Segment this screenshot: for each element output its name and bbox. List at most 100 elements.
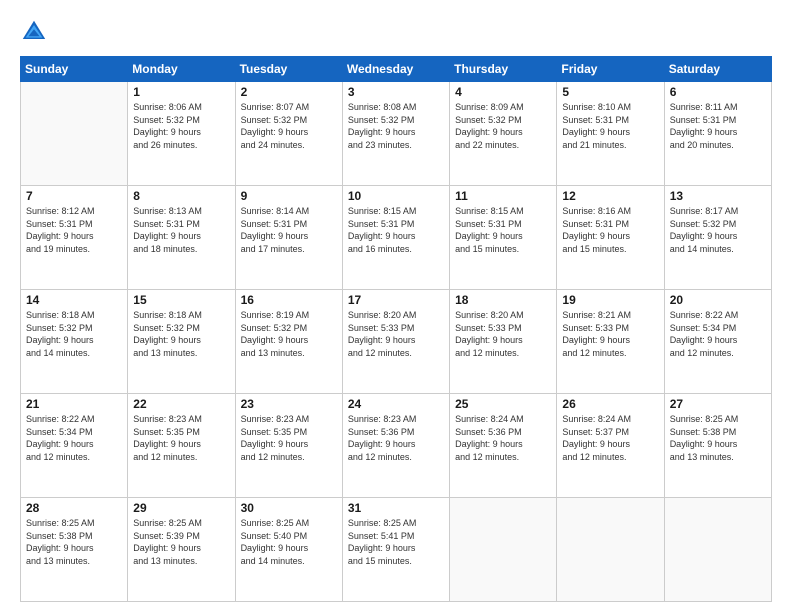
calendar-cell	[664, 498, 771, 602]
calendar-cell: 24 Sunrise: 8:23 AM Sunset: 5:36 PM Dayli…	[342, 394, 449, 498]
day-info: Sunrise: 8:24 AM Sunset: 5:37 PM Dayligh…	[562, 413, 658, 463]
day-info: Sunrise: 8:09 AM Sunset: 5:32 PM Dayligh…	[455, 101, 551, 151]
day-info: Sunrise: 8:08 AM Sunset: 5:32 PM Dayligh…	[348, 101, 444, 151]
day-number: 11	[455, 189, 551, 203]
day-number: 17	[348, 293, 444, 307]
calendar-cell: 6 Sunrise: 8:11 AM Sunset: 5:31 PM Daylig…	[664, 82, 771, 186]
day-info: Sunrise: 8:25 AM Sunset: 5:38 PM Dayligh…	[26, 517, 122, 567]
day-number: 24	[348, 397, 444, 411]
calendar-cell: 19 Sunrise: 8:21 AM Sunset: 5:33 PM Dayli…	[557, 290, 664, 394]
calendar-cell: 17Sunrise: 8:20 AM Sunset: 5:33 PM Dayli…	[342, 290, 449, 394]
day-number: 31	[348, 501, 444, 515]
page: SundayMondayTuesdayWednesdayThursdayFrid…	[0, 0, 792, 612]
day-info: Sunrise: 8:23 AM Sunset: 5:36 PM Dayligh…	[348, 413, 444, 463]
weekday-header-friday: Friday	[557, 57, 664, 82]
week-row-1: 1 Sunrise: 8:06 AM Sunset: 5:32 PM Daylig…	[21, 82, 772, 186]
day-info: Sunrise: 8:13 AM Sunset: 5:31 PM Dayligh…	[133, 205, 229, 255]
day-number: 20	[670, 293, 766, 307]
calendar-cell: 10Sunrise: 8:15 AM Sunset: 5:31 PM Dayli…	[342, 186, 449, 290]
day-info: Sunrise: 8:15 AM Sunset: 5:31 PM Dayligh…	[455, 205, 551, 255]
week-row-2: 7 Sunrise: 8:12 AM Sunset: 5:31 PM Daylig…	[21, 186, 772, 290]
day-info: Sunrise: 8:23 AM Sunset: 5:35 PM Dayligh…	[241, 413, 337, 463]
calendar-cell: 14 Sunrise: 8:18 AM Sunset: 5:32 PM Dayli…	[21, 290, 128, 394]
day-number: 30	[241, 501, 337, 515]
calendar-cell: 30 Sunrise: 8:25 AM Sunset: 5:40 PM Dayli…	[235, 498, 342, 602]
calendar-cell: 4 Sunrise: 8:09 AM Sunset: 5:32 PM Daylig…	[450, 82, 557, 186]
calendar-cell: 7 Sunrise: 8:12 AM Sunset: 5:31 PM Daylig…	[21, 186, 128, 290]
day-number: 25	[455, 397, 551, 411]
day-info: Sunrise: 8:25 AM Sunset: 5:40 PM Dayligh…	[241, 517, 337, 567]
calendar-cell: 29 Sunrise: 8:25 AM Sunset: 5:39 PM Dayli…	[128, 498, 235, 602]
day-info: Sunrise: 8:07 AM Sunset: 5:32 PM Dayligh…	[241, 101, 337, 151]
calendar-cell: 3 Sunrise: 8:08 AM Sunset: 5:32 PM Daylig…	[342, 82, 449, 186]
day-number: 8	[133, 189, 229, 203]
calendar-cell: 26 Sunrise: 8:24 AM Sunset: 5:37 PM Dayli…	[557, 394, 664, 498]
day-info: Sunrise: 8:10 AM Sunset: 5:31 PM Dayligh…	[562, 101, 658, 151]
day-info: Sunrise: 8:19 AM Sunset: 5:32 PM Dayligh…	[241, 309, 337, 359]
day-info: Sunrise: 8:21 AM Sunset: 5:33 PM Dayligh…	[562, 309, 658, 359]
calendar-cell: 23Sunrise: 8:23 AM Sunset: 5:35 PM Dayli…	[235, 394, 342, 498]
day-number: 28	[26, 501, 122, 515]
weekday-row: SundayMondayTuesdayWednesdayThursdayFrid…	[21, 57, 772, 82]
day-info: Sunrise: 8:25 AM Sunset: 5:38 PM Dayligh…	[670, 413, 766, 463]
day-info: Sunrise: 8:11 AM Sunset: 5:31 PM Dayligh…	[670, 101, 766, 151]
day-info: Sunrise: 8:18 AM Sunset: 5:32 PM Dayligh…	[26, 309, 122, 359]
calendar-cell: 22Sunrise: 8:23 AM Sunset: 5:35 PM Dayli…	[128, 394, 235, 498]
day-number: 4	[455, 85, 551, 99]
day-info: Sunrise: 8:20 AM Sunset: 5:33 PM Dayligh…	[455, 309, 551, 359]
day-number: 5	[562, 85, 658, 99]
day-number: 26	[562, 397, 658, 411]
week-row-4: 21 Sunrise: 8:22 AM Sunset: 5:34 PM Dayli…	[21, 394, 772, 498]
week-row-5: 28 Sunrise: 8:25 AM Sunset: 5:38 PM Dayli…	[21, 498, 772, 602]
day-number: 29	[133, 501, 229, 515]
calendar-cell: 13Sunrise: 8:17 AM Sunset: 5:32 PM Dayli…	[664, 186, 771, 290]
day-info: Sunrise: 8:24 AM Sunset: 5:36 PM Dayligh…	[455, 413, 551, 463]
calendar-cell: 2Sunrise: 8:07 AM Sunset: 5:32 PM Daylig…	[235, 82, 342, 186]
day-number: 18	[455, 293, 551, 307]
day-number: 9	[241, 189, 337, 203]
day-number: 6	[670, 85, 766, 99]
logo-icon	[20, 18, 48, 46]
day-info: Sunrise: 8:22 AM Sunset: 5:34 PM Dayligh…	[26, 413, 122, 463]
day-number: 27	[670, 397, 766, 411]
day-info: Sunrise: 8:22 AM Sunset: 5:34 PM Dayligh…	[670, 309, 766, 359]
calendar-cell: 12Sunrise: 8:16 AM Sunset: 5:31 PM Dayli…	[557, 186, 664, 290]
day-number: 19	[562, 293, 658, 307]
day-number: 16	[241, 293, 337, 307]
day-info: Sunrise: 8:15 AM Sunset: 5:31 PM Dayligh…	[348, 205, 444, 255]
calendar-header: SundayMondayTuesdayWednesdayThursdayFrid…	[21, 57, 772, 82]
day-info: Sunrise: 8:18 AM Sunset: 5:32 PM Dayligh…	[133, 309, 229, 359]
calendar-cell: 9 Sunrise: 8:14 AM Sunset: 5:31 PM Daylig…	[235, 186, 342, 290]
weekday-header-tuesday: Tuesday	[235, 57, 342, 82]
calendar-cell: 8 Sunrise: 8:13 AM Sunset: 5:31 PM Daylig…	[128, 186, 235, 290]
day-info: Sunrise: 8:17 AM Sunset: 5:32 PM Dayligh…	[670, 205, 766, 255]
day-number: 15	[133, 293, 229, 307]
calendar-cell: 15 Sunrise: 8:18 AM Sunset: 5:32 PM Dayli…	[128, 290, 235, 394]
week-row-3: 14 Sunrise: 8:18 AM Sunset: 5:32 PM Dayli…	[21, 290, 772, 394]
calendar-cell: 1 Sunrise: 8:06 AM Sunset: 5:32 PM Daylig…	[128, 82, 235, 186]
day-info: Sunrise: 8:25 AM Sunset: 5:39 PM Dayligh…	[133, 517, 229, 567]
weekday-header-saturday: Saturday	[664, 57, 771, 82]
day-number: 1	[133, 85, 229, 99]
calendar-cell	[450, 498, 557, 602]
day-info: Sunrise: 8:25 AM Sunset: 5:41 PM Dayligh…	[348, 517, 444, 567]
day-number: 3	[348, 85, 444, 99]
day-number: 14	[26, 293, 122, 307]
day-info: Sunrise: 8:06 AM Sunset: 5:32 PM Dayligh…	[133, 101, 229, 151]
calendar-cell	[557, 498, 664, 602]
calendar-cell	[21, 82, 128, 186]
calendar-cell: 20 Sunrise: 8:22 AM Sunset: 5:34 PM Dayli…	[664, 290, 771, 394]
calendar-cell: 18 Sunrise: 8:20 AM Sunset: 5:33 PM Dayli…	[450, 290, 557, 394]
calendar-cell: 27 Sunrise: 8:25 AM Sunset: 5:38 PM Dayli…	[664, 394, 771, 498]
weekday-header-sunday: Sunday	[21, 57, 128, 82]
calendar-cell: 16 Sunrise: 8:19 AM Sunset: 5:32 PM Dayli…	[235, 290, 342, 394]
calendar-cell: 21 Sunrise: 8:22 AM Sunset: 5:34 PM Dayli…	[21, 394, 128, 498]
weekday-header-wednesday: Wednesday	[342, 57, 449, 82]
day-number: 7	[26, 189, 122, 203]
day-info: Sunrise: 8:14 AM Sunset: 5:31 PM Dayligh…	[241, 205, 337, 255]
calendar-cell: 5 Sunrise: 8:10 AM Sunset: 5:31 PM Daylig…	[557, 82, 664, 186]
day-number: 21	[26, 397, 122, 411]
calendar-cell: 11 Sunrise: 8:15 AM Sunset: 5:31 PM Dayli…	[450, 186, 557, 290]
day-info: Sunrise: 8:12 AM Sunset: 5:31 PM Dayligh…	[26, 205, 122, 255]
day-number: 22	[133, 397, 229, 411]
